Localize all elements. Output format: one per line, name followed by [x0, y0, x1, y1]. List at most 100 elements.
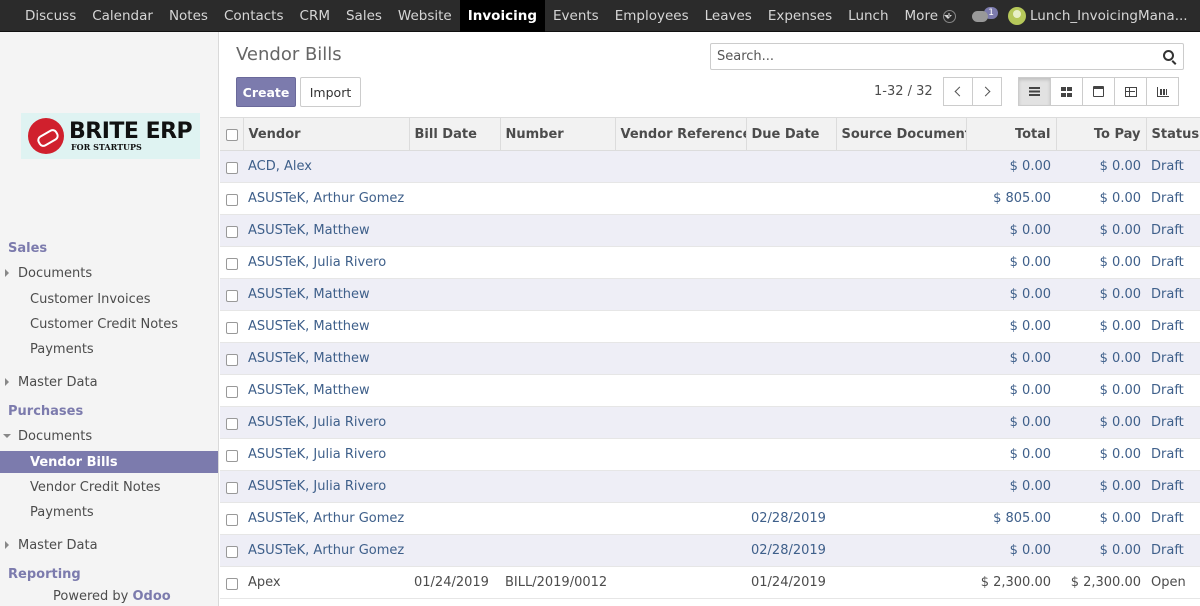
select-all-checkbox[interactable]: [226, 129, 238, 141]
row-checkbox[interactable]: [226, 225, 238, 238]
row-checkbox[interactable]: [226, 513, 238, 526]
cell-vendor-reference: [615, 502, 746, 535]
create-button[interactable]: Create: [236, 77, 296, 107]
user-menu[interactable]: Lunch_InvoicingMana...: [1030, 8, 1200, 24]
page-title: Vendor Bills: [236, 44, 342, 65]
odoo-link[interactable]: Odoo: [133, 589, 171, 604]
column-header-vendor[interactable]: Vendor: [242, 117, 409, 151]
chevron-right-icon: [980, 86, 991, 97]
user-avatar[interactable]: [1008, 7, 1026, 25]
menu-invoicing[interactable]: Invoicing: [459, 0, 545, 32]
row-checkbox-cell: [220, 566, 243, 599]
cell-status: Draft: [1146, 534, 1200, 567]
table-row[interactable]: Apex 01/24/2019 BILL/2019/0012 01/24/2019 $ …: [220, 566, 1200, 599]
column-header-number[interactable]: Number: [499, 117, 615, 151]
table-row[interactable]: ASUSTeK, Arthur Gomez $ 805.00 $ 0.00 Draft: [220, 182, 1200, 215]
view-switcher: [1018, 77, 1179, 106]
row-checkbox[interactable]: [226, 449, 238, 462]
sidebar-item-customer-invoices[interactable]: Customer Invoices: [0, 288, 218, 310]
list-view-button[interactable]: [1018, 77, 1051, 106]
menu-events[interactable]: Events: [545, 0, 607, 32]
row-checkbox[interactable]: [226, 481, 238, 494]
menu-calendar[interactable]: Calendar: [84, 0, 161, 32]
table-row[interactable]: ASUSTeK, Matthew $ 0.00 $ 0.00 Draft: [220, 310, 1200, 343]
cell-number: [500, 246, 615, 279]
menu-crm[interactable]: CRM: [292, 0, 338, 32]
row-checkbox[interactable]: [226, 353, 238, 366]
graph-view-button[interactable]: [1146, 77, 1179, 106]
table-row[interactable]: ASUSTeK, Arthur Gomez 02/28/2019 $ 0.00 $ 0…: [220, 534, 1200, 567]
chat-icon[interactable]: [972, 10, 989, 22]
table-row[interactable]: ASUSTeK, Arthur Gomez 02/28/2019 $ 805.00 $…: [220, 502, 1200, 535]
table-row[interactable]: ASUSTeK, Julia Rivero $ 0.00 $ 0.00 Draft: [220, 470, 1200, 503]
column-header-to-pay[interactable]: To Pay: [1055, 117, 1146, 151]
row-checkbox[interactable]: [226, 545, 238, 558]
sidebar-item-purchases-payments[interactable]: Payments: [0, 501, 218, 523]
menu-lunch[interactable]: Lunch: [840, 0, 896, 32]
row-checkbox[interactable]: [226, 385, 238, 398]
cell-vendor: ACD, Alex: [243, 150, 409, 183]
search-icon[interactable]: [1163, 50, 1174, 61]
cell-source-document: [836, 342, 966, 375]
sidebar-item-purchases-documents[interactable]: Documents: [0, 425, 218, 447]
sidebar-section-purchases: Purchases: [8, 404, 84, 419]
cell-to-pay: $ 0.00: [1056, 182, 1146, 215]
row-checkbox-cell: [220, 374, 243, 407]
cell-vendor: ASUSTeK, Julia Rivero: [243, 438, 409, 471]
row-checkbox[interactable]: [226, 417, 238, 430]
sidebar-item-sales-documents[interactable]: Documents: [0, 262, 218, 284]
sidebar-item-vendor-bills[interactable]: Vendor Bills: [0, 451, 218, 473]
menu-employees[interactable]: Employees: [607, 0, 697, 32]
column-header-vendor-reference[interactable]: Vendor Reference: [614, 117, 746, 151]
table-row[interactable]: ASUSTeK, Matthew $ 0.00 $ 0.00 Draft: [220, 214, 1200, 247]
row-checkbox[interactable]: [226, 289, 238, 302]
row-checkbox[interactable]: [226, 161, 238, 174]
menu-expenses[interactable]: Expenses: [760, 0, 840, 32]
row-checkbox[interactable]: [226, 257, 238, 270]
sidebar-item-sales-payments[interactable]: Payments: [0, 338, 218, 360]
table-row[interactable]: ACD, Alex $ 0.00 $ 0.00 Draft: [220, 150, 1200, 183]
sidebar-item-sales-master-data[interactable]: Master Data: [0, 371, 218, 393]
menu-discuss[interactable]: Discuss: [17, 0, 84, 32]
table-row[interactable]: ASUSTeK, Matthew $ 0.00 $ 0.00 Draft: [220, 278, 1200, 311]
import-button[interactable]: Import: [300, 77, 361, 107]
table-row[interactable]: ASUSTeK, Matthew $ 0.00 $ 0.00 Draft: [220, 374, 1200, 407]
sidebar-item-purchases-master-data[interactable]: Master Data: [0, 534, 218, 556]
table-row[interactable]: ASUSTeK, Julia Rivero $ 0.00 $ 0.00 Draft: [220, 438, 1200, 471]
pager-next-button[interactable]: [972, 77, 1002, 106]
column-header-total[interactable]: Total: [965, 117, 1056, 151]
column-header-status[interactable]: Status: [1145, 117, 1200, 151]
column-header-bill-date[interactable]: Bill Date: [408, 117, 500, 151]
menu-contacts[interactable]: Contacts: [216, 0, 292, 32]
cell-vendor: ASUSTeK, Matthew: [243, 342, 409, 375]
activity-clock-icon[interactable]: [943, 9, 957, 23]
sidebar-section-reporting[interactable]: Reporting: [8, 567, 81, 582]
sidebar-item-vendor-credit-notes[interactable]: Vendor Credit Notes: [0, 476, 218, 498]
row-checkbox[interactable]: [226, 577, 238, 590]
menu-website[interactable]: Website: [390, 0, 460, 32]
pivot-view-button[interactable]: [1114, 77, 1147, 106]
cell-to-pay: $ 0.00: [1056, 374, 1146, 407]
table-row[interactable]: ASUSTeK, Matthew $ 0.00 $ 0.00 Draft: [220, 342, 1200, 375]
cell-total: $ 805.00: [966, 182, 1056, 215]
menu-leaves[interactable]: Leaves: [697, 0, 760, 32]
menu-notes[interactable]: Notes: [161, 0, 216, 32]
column-header-due-date[interactable]: Due Date: [745, 117, 836, 151]
cell-vendor: Apex: [243, 566, 409, 599]
pager-previous-button[interactable]: [943, 77, 973, 106]
kanban-view-button[interactable]: [1050, 77, 1083, 106]
cell-vendor-reference: [615, 470, 746, 503]
sidebar-item-customer-credit-notes[interactable]: Customer Credit Notes: [0, 313, 218, 335]
row-checkbox[interactable]: [226, 321, 238, 334]
calendar-view-button[interactable]: [1082, 77, 1115, 106]
pager-value[interactable]: 1-32 / 32: [874, 84, 933, 99]
table-row[interactable]: ASUSTeK, Julia Rivero $ 0.00 $ 0.00 Draft: [220, 406, 1200, 439]
table-row[interactable]: ASUSTeK, Julia Rivero $ 0.00 $ 0.00 Draft: [220, 246, 1200, 279]
cell-bill-date: [409, 502, 500, 535]
expand-icon: [5, 378, 9, 386]
cell-status: Draft: [1146, 182, 1200, 215]
search-input[interactable]: [711, 44, 1151, 69]
column-header-source-document[interactable]: Source Document: [835, 117, 966, 151]
menu-sales[interactable]: Sales: [338, 0, 390, 32]
row-checkbox[interactable]: [226, 193, 238, 206]
